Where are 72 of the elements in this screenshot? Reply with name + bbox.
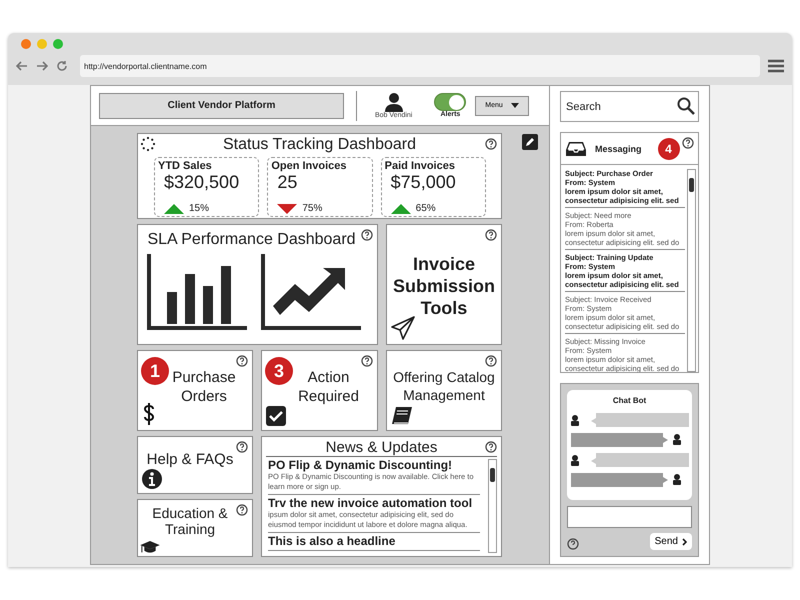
invoice-tools-title: Invoice Submission Tools xyxy=(392,253,496,319)
stat-value: $320,500 xyxy=(163,172,240,193)
invoice-tools-card[interactable]: Invoice Submission Tools xyxy=(386,224,502,345)
help-icon[interactable] xyxy=(236,504,248,516)
send-button[interactable]: Send xyxy=(650,533,692,550)
sla-title: SLA Performance Dashboard xyxy=(146,231,357,249)
forward-arrow-icon[interactable] xyxy=(36,61,48,71)
dollar-icon xyxy=(142,402,156,426)
status-title: Status Tracking Dashboard xyxy=(222,136,417,154)
book-icon xyxy=(391,406,413,426)
checkbox-icon xyxy=(266,406,286,426)
stat-change: 75% xyxy=(302,203,322,214)
feature-tile[interactable]: 1 Purchase Orders xyxy=(137,350,253,431)
help-icon[interactable] xyxy=(485,229,497,241)
close-window-dot[interactable] xyxy=(21,39,31,49)
help-icon[interactable] xyxy=(567,538,579,550)
tile-title: Purchase Orders xyxy=(171,368,237,406)
maximize-window-dot[interactable] xyxy=(53,39,63,49)
address-bar[interactable]: http://vendorportal.clientname.com xyxy=(80,55,760,77)
help-icon[interactable] xyxy=(485,355,497,367)
scrollbar[interactable] xyxy=(687,169,696,372)
minimize-window-dot[interactable] xyxy=(37,39,47,49)
help-icon[interactable] xyxy=(485,138,497,150)
message-count-badge: 4 xyxy=(658,138,680,160)
search-field[interactable]: Search xyxy=(560,91,699,122)
sla-card[interactable]: SLA Performance Dashboard xyxy=(137,224,378,345)
help-icon[interactable] xyxy=(361,229,373,241)
loading-spinner-icon xyxy=(140,136,156,152)
feature-tile[interactable]: 3 Action Required xyxy=(261,350,378,431)
platform-title: Client Vendor Platform xyxy=(99,92,344,118)
tile-title: Education & Training xyxy=(151,505,229,537)
stat-label: Open Invoices xyxy=(271,160,348,172)
news-item[interactable]: This is also a headline xyxy=(268,533,480,551)
bar-chart-icon xyxy=(147,254,247,330)
trend-arrow-chart-icon xyxy=(261,254,361,330)
help-icon[interactable] xyxy=(236,355,248,367)
help-icon[interactable] xyxy=(361,355,373,367)
alerts-toggle[interactable] xyxy=(434,93,466,111)
stat-change: 65% xyxy=(416,203,436,214)
news-title: News & Updates xyxy=(266,437,497,457)
feature-tile[interactable]: Offering Catalog Management xyxy=(386,350,502,431)
count-badge: 1 xyxy=(141,357,169,385)
back-arrow-icon[interactable] xyxy=(16,61,28,71)
graduation-cap-icon xyxy=(140,541,160,554)
stat-label: Paid Invoices xyxy=(384,160,456,172)
tile-title: Action Required xyxy=(297,368,360,406)
chevron-right-icon xyxy=(682,538,687,546)
stat-label: YTD Sales xyxy=(158,160,213,172)
menu-icon[interactable] xyxy=(768,59,784,73)
chat-input-field[interactable] xyxy=(567,506,692,528)
scrollbar[interactable] xyxy=(488,459,497,553)
help-faq-tile[interactable]: Help & FAQs xyxy=(137,436,253,494)
stat-value: $75,000 xyxy=(390,172,457,193)
search-icon[interactable] xyxy=(677,97,695,115)
inbox-tray-icon xyxy=(565,140,587,156)
tile-title: Offering Catalog Management xyxy=(392,368,496,404)
user-icon xyxy=(384,92,404,112)
reload-icon[interactable] xyxy=(56,60,68,72)
stat-value: 25 xyxy=(276,172,298,193)
edit-pencil-icon[interactable] xyxy=(522,134,538,150)
tile-title: Help & FAQs xyxy=(146,450,234,469)
help-icon[interactable] xyxy=(682,137,694,149)
messaging-title: Messaging xyxy=(595,144,642,154)
help-icon[interactable] xyxy=(485,441,497,453)
paper-plane-icon xyxy=(391,316,415,340)
info-icon xyxy=(142,469,162,489)
help-icon[interactable] xyxy=(236,441,248,453)
education-tile[interactable]: Education & Training xyxy=(137,499,253,557)
stat-change: 15% xyxy=(189,203,210,214)
chat-title: Chat Bot xyxy=(612,396,646,405)
caret-down-icon xyxy=(510,103,519,108)
count-badge: 3 xyxy=(265,357,293,385)
